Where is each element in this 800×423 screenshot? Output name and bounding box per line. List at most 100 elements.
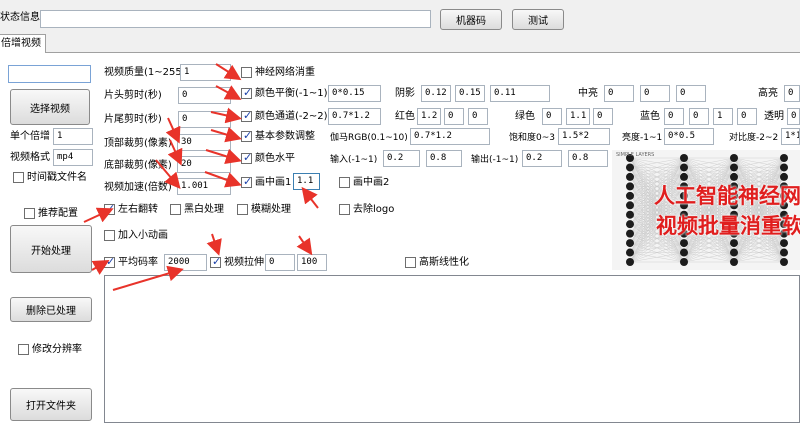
nn-node xyxy=(730,154,738,162)
input-level-1[interactable]: 0.2 xyxy=(383,150,420,167)
highlight-label: 高亮 xyxy=(758,88,778,99)
change-resolution-label: 修改分辨率 xyxy=(32,344,82,355)
nn-node xyxy=(730,248,738,257)
avg-bitrate-input[interactable]: 2000 xyxy=(164,254,207,271)
recommended-config-checkbox[interactable]: 推荐配置 xyxy=(24,207,78,220)
recommended-config-label: 推荐配置 xyxy=(38,208,78,219)
promo-banner: SIMPLE LAYERS 人工智能神经网 视频批量消重软 xyxy=(612,150,800,270)
test-button[interactable]: 测试 xyxy=(512,9,564,30)
log-output-area[interactable] xyxy=(104,275,800,423)
nn-node xyxy=(626,191,634,200)
start-processing-button[interactable]: 开始处理 xyxy=(10,225,92,273)
small-input[interactable] xyxy=(8,65,91,83)
quality-input[interactable]: 1 xyxy=(180,64,231,81)
green-input-3[interactable]: 0 xyxy=(593,108,613,125)
blue-input-4[interactable]: 0 xyxy=(737,108,757,125)
pip2-checkbox[interactable]: 画中画2 xyxy=(339,176,389,189)
alpha-label: 透明 xyxy=(764,111,784,122)
color-channel-input[interactable]: 0.7*1.2 xyxy=(328,108,381,125)
gamma-input[interactable]: 0.7*1.2 xyxy=(410,128,490,145)
black-white-checkbox[interactable]: 黑白处理 xyxy=(170,203,224,216)
remove-logo-checkbox[interactable]: 去除logo xyxy=(339,203,394,216)
banner-title-line1: 人工智能神经网 xyxy=(654,184,800,208)
tail-cut-input[interactable]: 0 xyxy=(178,111,231,128)
open-folder-button[interactable]: 打开文件夹 xyxy=(10,388,92,421)
multiplier-label: 单个倍增 xyxy=(10,131,50,142)
red-input-2[interactable]: 0 xyxy=(444,108,464,125)
output-level-1[interactable]: 0.2 xyxy=(522,150,562,167)
nn-node xyxy=(626,258,634,266)
blue-input-3[interactable]: 1 xyxy=(713,108,733,125)
color-level-checkbox[interactable]: 颜色水平 xyxy=(241,151,295,165)
stretch-checkbox[interactable]: 视频拉伸 xyxy=(210,255,264,269)
nn-node xyxy=(626,210,634,219)
pip1-input[interactable]: 1.1 xyxy=(293,173,320,190)
midtone-input-3[interactable]: 0 xyxy=(676,85,706,102)
timestamp-name-checkbox[interactable]: 时间戳文件名 xyxy=(13,171,87,184)
flip-checkbox[interactable]: 左右翻转 xyxy=(104,202,158,216)
color-balance-checkbox[interactable]: 颜色平衡(-1~1) xyxy=(241,86,328,100)
flip-label: 左右翻转 xyxy=(118,204,158,215)
gamma-label: 伽马RGB(0.1~10) xyxy=(330,133,408,143)
highlight-input[interactable]: 0 xyxy=(784,85,800,102)
nn-node xyxy=(626,172,634,181)
format-input[interactable]: mp4 xyxy=(53,149,93,166)
stretch-label: 视频拉伸 xyxy=(224,257,264,268)
color-channel-label: 颜色通道(-2~2) xyxy=(255,111,328,122)
midtone-input-1[interactable]: 0 xyxy=(604,85,634,102)
head-cut-label: 片头剪时(秒) xyxy=(104,90,162,101)
basic-params-checkbox[interactable]: 基本参数调整 xyxy=(241,129,315,143)
midtone-input-2[interactable]: 0 xyxy=(640,85,670,102)
green-input-1[interactable]: 0 xyxy=(542,108,562,125)
alpha-input[interactable]: 0 xyxy=(787,108,800,125)
nn-node xyxy=(680,258,688,266)
shadow-input-2[interactable]: 0.15 xyxy=(455,85,485,102)
nn-node xyxy=(780,154,788,162)
stretch-input-2[interactable]: 100 xyxy=(297,254,327,271)
avg-bitrate-checkbox[interactable]: 平均码率 xyxy=(104,255,158,269)
green-input-2[interactable]: 1.1 xyxy=(566,108,590,125)
head-cut-input[interactable]: 0 xyxy=(178,87,231,104)
tab-multiply-video[interactable]: 倍增视频 xyxy=(0,34,46,53)
stretch-input-1[interactable]: 0 xyxy=(265,254,295,271)
machine-code-button[interactable]: 机器码 xyxy=(440,9,502,30)
format-label: 视频格式 xyxy=(10,152,50,163)
blue-input-2[interactable]: 0 xyxy=(689,108,709,125)
saturation-input[interactable]: 1.5*2 xyxy=(558,128,610,145)
nn-node xyxy=(780,163,788,172)
add-animation-checkbox[interactable]: 加入小动画 xyxy=(104,229,168,242)
quality-label: 视频质量(1~255) xyxy=(104,67,186,78)
top-crop-input[interactable]: 30 xyxy=(177,134,231,151)
red-label: 红色 xyxy=(395,111,415,122)
output-level-2[interactable]: 0.8 xyxy=(568,150,608,167)
gauss-linear-checkbox[interactable]: 高斯线性化 xyxy=(405,256,469,269)
saturation-label: 饱和度0~3 xyxy=(509,133,555,143)
shadow-input-1[interactable]: 0.12 xyxy=(421,85,451,102)
speed-label: 视频加速(倍数) xyxy=(104,182,172,193)
neural-denoise-checkbox[interactable]: 神经网络消重 xyxy=(241,66,315,79)
banner-title-line2: 视频批量消重软 xyxy=(656,214,800,238)
contrast-input[interactable]: 1*1 xyxy=(781,128,800,145)
pip1-checkbox[interactable]: 画中画1 xyxy=(241,175,291,189)
bottom-crop-input[interactable]: 20 xyxy=(177,156,231,173)
change-resolution-checkbox[interactable]: 修改分辨率 xyxy=(18,343,82,356)
nn-node xyxy=(626,201,634,210)
blue-label: 蓝色 xyxy=(640,111,660,122)
input-level-2[interactable]: 0.8 xyxy=(426,150,462,167)
speed-input[interactable]: 1.001 xyxy=(177,178,231,195)
nn-node xyxy=(680,154,688,162)
brightness-input[interactable]: 0*0.5 xyxy=(664,128,714,145)
shadow-input-3[interactable]: 0.11 xyxy=(490,85,550,102)
color-channel-checkbox[interactable]: 颜色通道(-2~2) xyxy=(241,109,328,123)
color-balance-input[interactable]: 0*0.15 xyxy=(328,85,381,102)
nn-node xyxy=(780,258,788,266)
banner-caption: SIMPLE LAYERS xyxy=(616,152,655,158)
delete-processed-button[interactable]: 删除已处理 xyxy=(10,297,92,322)
blur-checkbox[interactable]: 模糊处理 xyxy=(237,203,291,216)
multiplier-input[interactable]: 1 xyxy=(53,128,93,145)
red-input-3[interactable]: 0 xyxy=(468,108,488,125)
select-video-button[interactable]: 选择视频 xyxy=(10,89,90,125)
red-input-1[interactable]: 1.2 xyxy=(417,108,441,125)
blue-input-1[interactable]: 0 xyxy=(664,108,684,125)
status-field[interactable] xyxy=(40,10,431,28)
